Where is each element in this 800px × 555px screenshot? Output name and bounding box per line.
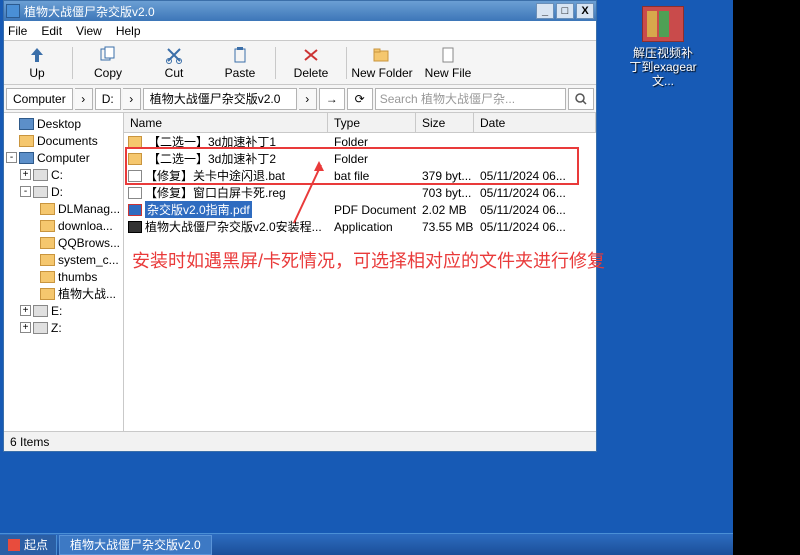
tree-d[interactable]: -D: bbox=[4, 183, 123, 200]
menu-file[interactable]: File bbox=[8, 24, 27, 38]
tree-e[interactable]: +E: bbox=[4, 302, 123, 319]
window-title: 植物大战僵尸杂交版v2.0 bbox=[24, 3, 534, 20]
col-name[interactable]: Name bbox=[124, 113, 328, 132]
desktop-shortcut-label: 解压视频补丁到exagear文... bbox=[628, 46, 698, 88]
tree-desktop[interactable]: Desktop bbox=[4, 115, 123, 132]
app-icon bbox=[6, 4, 20, 18]
path-computer[interactable]: Computer bbox=[6, 88, 73, 110]
cut-button[interactable]: Cut bbox=[141, 42, 207, 84]
menu-edit[interactable]: Edit bbox=[41, 24, 62, 38]
status-bar: 6 Items bbox=[4, 431, 596, 451]
paste-button[interactable]: Paste bbox=[207, 42, 273, 84]
tree-c[interactable]: +C: bbox=[4, 166, 123, 183]
minimize-button[interactable]: _ bbox=[536, 3, 554, 19]
list-item[interactable]: 【二选一】3d加速补丁2Folder bbox=[124, 150, 596, 167]
chevron-right-icon[interactable]: › bbox=[299, 88, 317, 110]
menu-help[interactable]: Help bbox=[116, 24, 141, 38]
file-icon bbox=[128, 170, 142, 182]
list-item[interactable]: 杂交版v2.0指南.pdfPDF Document2.02 MB05/11/20… bbox=[124, 201, 596, 218]
col-type[interactable]: Type bbox=[328, 113, 416, 132]
address-bar: Computer› D:› 植物大战僵尸杂交版v2.0› → ⟳ Search … bbox=[4, 85, 596, 113]
new-file-button[interactable]: New File bbox=[415, 42, 481, 84]
new-folder-button[interactable]: New Folder bbox=[349, 42, 415, 84]
list-item[interactable]: 【修复】窗口白屏卡死.reg703 byt...05/11/2024 06... bbox=[124, 184, 596, 201]
menu-view[interactable]: View bbox=[76, 24, 102, 38]
body: Desktop Documents -Computer +C: -D: DLMa… bbox=[4, 113, 596, 431]
chevron-right-icon[interactable]: › bbox=[123, 88, 141, 110]
toolbar: Up Copy Cut Paste Delete New Folder New … bbox=[4, 41, 596, 85]
list-item[interactable]: 【二选一】3d加速补丁1Folder bbox=[124, 133, 596, 150]
path-drive[interactable]: D: bbox=[95, 88, 121, 110]
taskbar-task[interactable]: 植物大战僵尸杂交版v2.0 bbox=[59, 535, 212, 555]
tree-d-child[interactable]: DLManag... bbox=[4, 200, 123, 217]
folder-tree[interactable]: Desktop Documents -Computer +C: -D: DLMa… bbox=[4, 113, 124, 431]
tree-d-child[interactable]: thumbs bbox=[4, 268, 123, 285]
archive-icon bbox=[642, 6, 684, 42]
annotation-text: 安装时如遇黑屏/卡死情况，可选择相对应的文件夹进行修复 bbox=[132, 247, 605, 273]
list-rows: 【二选一】3d加速补丁1Folder【二选一】3d加速补丁2Folder【修复】… bbox=[124, 133, 596, 235]
list-header: Name Type Size Date bbox=[124, 113, 596, 133]
search-input[interactable]: Search 植物大战僵尸杂... bbox=[375, 88, 566, 110]
tree-z[interactable]: +Z: bbox=[4, 319, 123, 336]
tree-documents[interactable]: Documents bbox=[4, 132, 123, 149]
list-item[interactable]: 植物大战僵尸杂交版v2.0安装程...Application73.55 MB05… bbox=[124, 218, 596, 235]
file-icon bbox=[128, 187, 142, 199]
file-icon bbox=[128, 221, 142, 233]
col-size[interactable]: Size bbox=[416, 113, 474, 132]
file-icon bbox=[128, 204, 142, 216]
menubar: File Edit View Help bbox=[4, 21, 596, 41]
go-button[interactable]: → bbox=[319, 88, 345, 110]
file-list: Name Type Size Date 【二选一】3d加速补丁1Folder【二… bbox=[124, 113, 596, 431]
tree-d-child[interactable]: system_c... bbox=[4, 251, 123, 268]
desktop: 解压视频补丁到exagear文... 植物大战僵尸杂交版v2.0 _ □ X F… bbox=[0, 0, 800, 555]
path-folder[interactable]: 植物大战僵尸杂交版v2.0 bbox=[143, 88, 297, 110]
copy-button[interactable]: Copy bbox=[75, 42, 141, 84]
maximize-button[interactable]: □ bbox=[556, 3, 574, 19]
file-icon bbox=[128, 153, 142, 165]
start-button[interactable]: 起点 bbox=[0, 535, 57, 555]
desktop-shortcut[interactable]: 解压视频补丁到exagear文... bbox=[628, 6, 698, 88]
file-manager-window: 植物大战僵尸杂交版v2.0 _ □ X File Edit View Help … bbox=[3, 0, 597, 452]
col-date[interactable]: Date bbox=[474, 113, 596, 132]
chevron-right-icon[interactable]: › bbox=[75, 88, 93, 110]
refresh-button[interactable]: ⟳ bbox=[347, 88, 373, 110]
taskbar: 起点 植物大战僵尸杂交版v2.0 bbox=[0, 533, 733, 555]
delete-button[interactable]: Delete bbox=[278, 42, 344, 84]
up-button[interactable]: Up bbox=[4, 42, 70, 84]
tree-d-child[interactable]: QQBrows... bbox=[4, 234, 123, 251]
tree-d-child[interactable]: 植物大战... bbox=[4, 285, 123, 302]
file-icon bbox=[128, 136, 142, 148]
start-icon bbox=[8, 539, 20, 551]
tree-d-child[interactable]: downloa... bbox=[4, 217, 123, 234]
titlebar[interactable]: 植物大战僵尸杂交版v2.0 _ □ X bbox=[4, 1, 596, 21]
right-black-bar bbox=[733, 0, 800, 555]
close-button[interactable]: X bbox=[576, 3, 594, 19]
tree-computer[interactable]: -Computer bbox=[4, 149, 123, 166]
search-button[interactable] bbox=[568, 88, 594, 110]
list-item[interactable]: 【修复】关卡中途闪退.batbat file379 byt...05/11/20… bbox=[124, 167, 596, 184]
